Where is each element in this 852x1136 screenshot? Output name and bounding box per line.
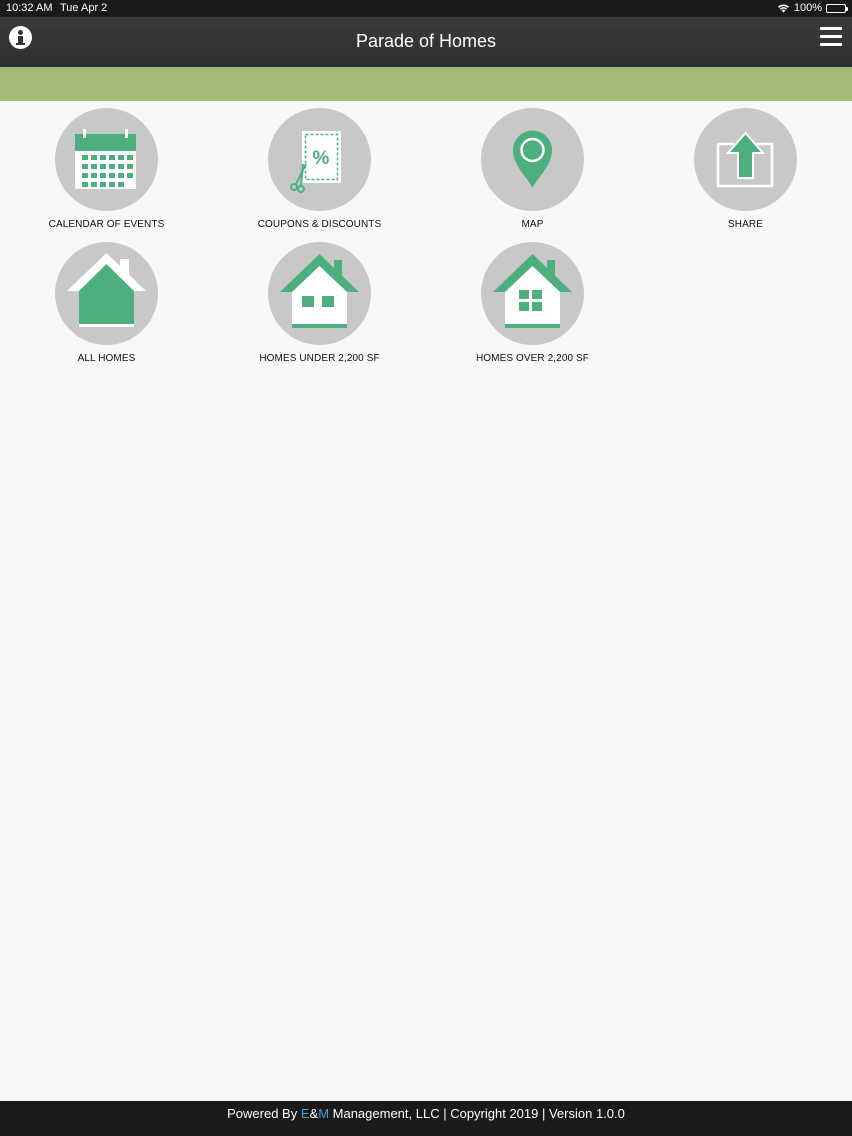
tile-label: SHARE: [728, 219, 763, 230]
coupon-scissors-icon: %: [268, 108, 371, 211]
footer-prefix: Powered By: [227, 1106, 301, 1121]
tile-all-homes[interactable]: ALL HOMES: [0, 235, 213, 369]
page-title: Parade of Homes: [355, 31, 497, 51]
menu-line: [820, 43, 842, 46]
footer-suffix: Management, LLC | Copyright 2019 | Versi…: [329, 1106, 625, 1121]
battery-percent: 100%: [793, 2, 822, 14]
tile-label: HOMES UNDER 2,200 SF: [259, 353, 380, 364]
footer-brand-m[interactable]: M: [318, 1106, 329, 1121]
status-time: 10:32 AM: [6, 2, 53, 14]
wifi-icon: [777, 4, 789, 13]
menu-line: [820, 27, 842, 30]
svg-text:%: %: [313, 148, 330, 169]
tile-map[interactable]: MAP: [426, 101, 639, 235]
tile-label: COUPONS & DISCOUNTS: [257, 219, 382, 230]
menu-line: [820, 35, 842, 38]
footer: Powered By E&M Management, LLC | Copyrig…: [0, 1101, 852, 1136]
footer-brand-e[interactable]: E: [301, 1106, 310, 1121]
share-upload-icon: [694, 108, 797, 211]
tile-share[interactable]: SHARE: [639, 101, 852, 235]
header-band: [0, 67, 852, 101]
calendar-icon: [55, 108, 158, 211]
tile-coupons-and-discounts[interactable]: % COUPONS & DISCOUNTS: [213, 101, 426, 235]
tile-label: HOMES OVER 2,200 SF: [475, 353, 590, 364]
map-pin-icon: [481, 108, 584, 211]
tile-label: MAP: [521, 219, 544, 230]
footer-brand-amp: &: [309, 1106, 319, 1121]
status-date: Tue Apr 2: [60, 2, 108, 14]
house-icon: [55, 242, 158, 345]
tile-homes-over-2200-sf[interactable]: HOMES OVER 2,200 SF: [426, 235, 639, 369]
tile-homes-under-2200-sf[interactable]: HOMES UNDER 2,200 SF: [213, 235, 426, 369]
hamburger-menu-icon[interactable]: [820, 27, 842, 47]
navigation-bar: Parade of Homes: [0, 17, 852, 67]
status-bar: 10:32 AM Tue Apr 2 100%: [0, 0, 852, 17]
status-right: 100%: [777, 2, 848, 14]
small-house-icon: [268, 242, 371, 345]
battery-icon: [826, 3, 848, 13]
large-house-icon: [481, 242, 584, 345]
tile-label: CALENDAR OF EVENTS: [48, 219, 165, 230]
tile-label: ALL HOMES: [77, 353, 136, 364]
tile-calendar-of-events[interactable]: CALENDAR OF EVENTS: [0, 101, 213, 235]
